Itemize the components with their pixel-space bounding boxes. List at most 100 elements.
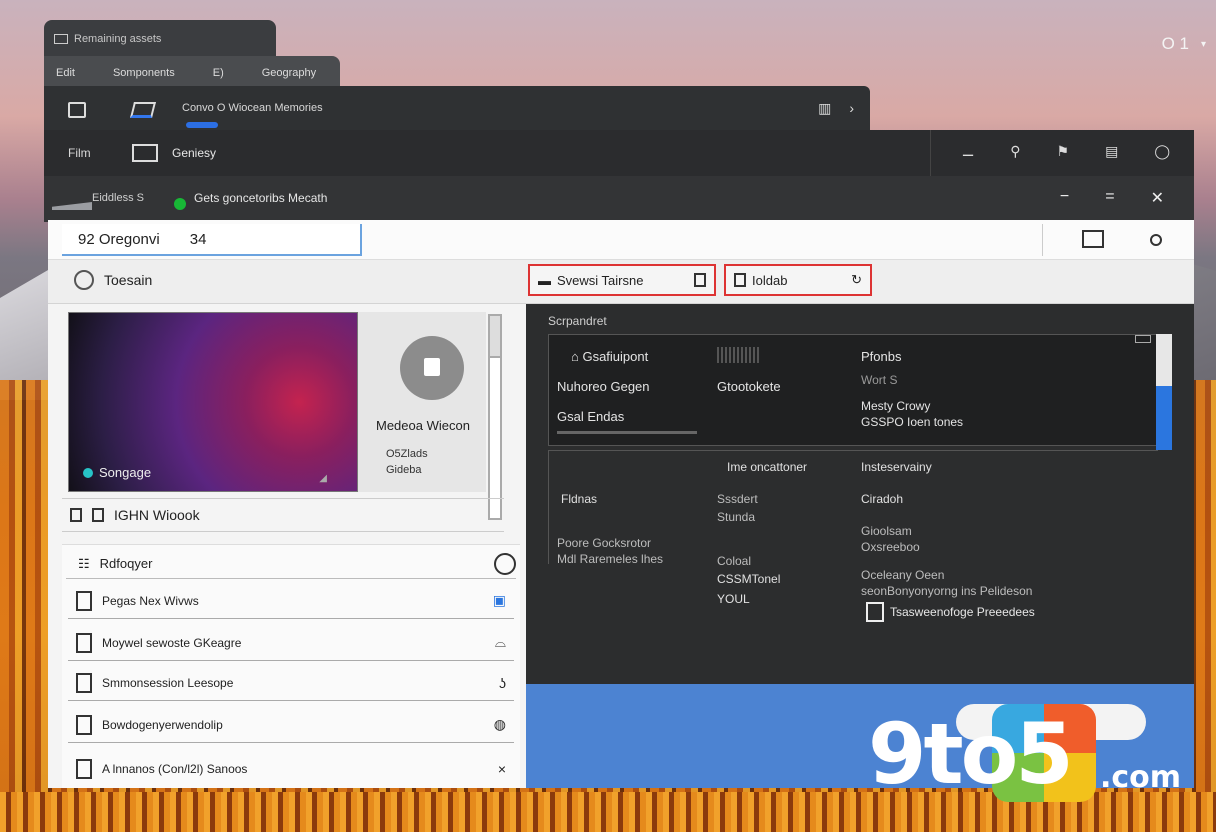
folder-icon: ▬ bbox=[538, 272, 551, 288]
ruler-icon[interactable]: ▥ bbox=[818, 100, 831, 117]
avatar[interactable] bbox=[400, 336, 464, 400]
grid-header-2: Insteservainy bbox=[861, 460, 932, 474]
scrollbar[interactable] bbox=[488, 314, 502, 520]
window-4-titlebar: Eiddless S Gets goncetoribs Mecath − = ✕ bbox=[44, 176, 1194, 222]
tab-1-label: Svewsi Tairsne bbox=[557, 272, 644, 288]
grid-cell: Oxsreeboo bbox=[861, 540, 920, 554]
scrollbar[interactable] bbox=[1156, 334, 1172, 450]
grid-cell: Gioolsam bbox=[861, 524, 912, 538]
list-item-label: Smmonsession Leesope bbox=[102, 675, 234, 690]
list-header-label: Rdfoqyer bbox=[99, 556, 153, 571]
dash-icon[interactable]: ⚊ bbox=[962, 143, 975, 160]
back-window-title: Remaining assets bbox=[74, 33, 162, 45]
grid-cell: Ciradoh bbox=[861, 492, 904, 506]
details-pane: Scrpandret ⌂ Gsafiuipont Nuhoreo Gegen G… bbox=[526, 304, 1194, 684]
search-icon bbox=[74, 270, 94, 290]
list-item[interactable]: Pegas Nex Wivws ▣ bbox=[68, 583, 514, 619]
tab-highlighted-1[interactable]: ▬ Svewsi Tairsne bbox=[528, 264, 716, 296]
folder-icon[interactable] bbox=[132, 144, 158, 162]
document-icon bbox=[76, 590, 92, 611]
layout-icon[interactable] bbox=[1082, 230, 1104, 248]
bookmark-icon[interactable]: ▣ bbox=[493, 592, 506, 609]
grid-cell: Stunda bbox=[717, 510, 756, 524]
back-window-titlebar[interactable]: Remaining assets bbox=[44, 20, 276, 56]
detail-title: ⌂ Gsafiuipont bbox=[571, 349, 649, 364]
list-item[interactable]: A lnnanos (Con/l2l) Sanoos × bbox=[68, 751, 514, 787]
scrollbar-thumb[interactable] bbox=[490, 316, 500, 358]
list-item[interactable]: Bowdogenyerwendolip ◍ bbox=[68, 707, 514, 743]
menubar-status[interactable]: O 1 ▾ bbox=[1162, 34, 1206, 54]
tab-e[interactable]: E) bbox=[213, 67, 224, 79]
detail-right-3: Mesty Crowy bbox=[861, 399, 931, 413]
indicator-dot bbox=[83, 467, 93, 478]
detail-right-1: Pfonbs bbox=[861, 349, 902, 364]
doc-icon[interactable]: ▤ bbox=[1105, 143, 1118, 160]
edit-icon[interactable] bbox=[130, 102, 156, 118]
detail-title-text: Gsafiuipont bbox=[582, 349, 649, 364]
tab-highlighted-2[interactable]: Ioldab ↻ bbox=[724, 264, 872, 296]
grid-cell: Sssdert bbox=[717, 492, 758, 506]
grid-cell: Mdl Raremeles lhes bbox=[557, 552, 664, 566]
details-card: ⌂ Gsafiuipont Nuhoreo Gegen Gsal Endas G… bbox=[548, 334, 1158, 446]
resize-icon[interactable]: ◢ bbox=[319, 473, 327, 484]
search-icon[interactable] bbox=[1150, 234, 1162, 246]
tab-geography[interactable]: Geography bbox=[262, 67, 316, 79]
pin-icon[interactable]: ⚲ bbox=[1010, 143, 1020, 160]
flag-icon[interactable]: ⚑ bbox=[1057, 143, 1070, 160]
footer-label: Tsasweenofoge Preeedees bbox=[890, 605, 1035, 619]
minimize-icon[interactable]: − bbox=[1060, 188, 1069, 208]
watermark-tld: .com bbox=[1100, 760, 1182, 795]
window-corner-icon[interactable] bbox=[1135, 335, 1151, 343]
grid-icon[interactable] bbox=[68, 102, 86, 118]
detail-meta: Gtootokete bbox=[717, 379, 781, 394]
window-icon bbox=[54, 34, 68, 44]
scrollbar-thumb[interactable] bbox=[1156, 386, 1172, 450]
media-preview[interactable]: Songage ◢ bbox=[68, 312, 358, 492]
window-3-label: Geniesy bbox=[172, 146, 217, 160]
grid-cell: YOUL bbox=[717, 592, 750, 606]
globe-icon[interactable]: ◍ bbox=[494, 716, 506, 733]
document-icon bbox=[76, 632, 92, 653]
back-window-tabbar: Edit Somponents E) Geography bbox=[44, 56, 340, 90]
left-pane: Songage ◢ Medeoa Wiecon O5Zlads Gideba IG… bbox=[48, 304, 526, 788]
hook-icon[interactable]: ʖ bbox=[499, 675, 506, 691]
detail-right-4: GSSPO Ioen tones bbox=[861, 415, 964, 429]
document-icon bbox=[76, 672, 92, 693]
list-item-label: A lnnanos (Con/l2l) Sanoos bbox=[102, 762, 248, 776]
details-grid: Ime oncattoner Insteservainy Fldnas Poor… bbox=[548, 450, 1158, 606]
hatch-pattern bbox=[717, 347, 761, 363]
footer-link[interactable]: Tsasweenofoge Preeedees bbox=[866, 602, 1035, 622]
toolbar: Toesain ▬ Svewsi Tairsne Ioldab ↻ bbox=[48, 260, 1194, 304]
window-4-left-label: Eiddless S bbox=[92, 192, 144, 204]
restore-icon[interactable]: = bbox=[1105, 188, 1114, 208]
tab-edit[interactable]: Edit bbox=[56, 67, 75, 79]
list-item[interactable]: Smmonsession Leesope ʖ bbox=[68, 665, 514, 701]
search-button[interactable]: Toesain bbox=[74, 270, 152, 290]
list-item-label: Bowdogenyerwendolip bbox=[102, 717, 223, 732]
table-header-row[interactable]: IGHN Wioook bbox=[62, 498, 504, 532]
record-icon[interactable] bbox=[494, 552, 516, 575]
address-prefix: 92 bbox=[78, 230, 95, 248]
checkbox-icon[interactable] bbox=[92, 508, 104, 522]
tab-components[interactable]: Somponents bbox=[113, 67, 175, 79]
power-icon[interactable]: ◯ bbox=[1154, 143, 1170, 160]
preview-info: Medeoa Wiecon O5Zlads Gideba bbox=[358, 312, 486, 492]
window-2-label: Convo O Wiocean Memories bbox=[182, 102, 323, 114]
menubar-status-label: O 1 bbox=[1161, 34, 1189, 53]
grid-header-1: Ime oncattoner bbox=[727, 460, 808, 474]
window-3-left-label: Film bbox=[68, 146, 91, 160]
list-item-label: Pegas Nex Wivws bbox=[102, 593, 199, 608]
close-icon[interactable]: × bbox=[498, 761, 506, 777]
preview-meta-2: Gideba bbox=[386, 464, 422, 476]
chevron-right-icon[interactable]: › bbox=[849, 100, 854, 117]
list-item[interactable]: Moywel sewoste GKeagre ⌓ bbox=[68, 625, 514, 661]
progress-indicator bbox=[186, 122, 218, 128]
address-input[interactable]: 92 Oregonvi 34 bbox=[62, 224, 362, 256]
shield-icon bbox=[424, 358, 440, 376]
chevron-down-icon[interactable]: ▾ bbox=[1201, 39, 1206, 50]
window-4-title: Gets goncetoribs Mecath bbox=[194, 191, 328, 205]
window-2-toolbar: Convo O Wiocean Memories ▥ › bbox=[44, 86, 870, 132]
close-icon[interactable]: ✕ bbox=[1151, 188, 1164, 208]
bell-icon[interactable]: ⌓ bbox=[495, 634, 506, 651]
tab-2-label: Ioldab bbox=[752, 272, 788, 288]
